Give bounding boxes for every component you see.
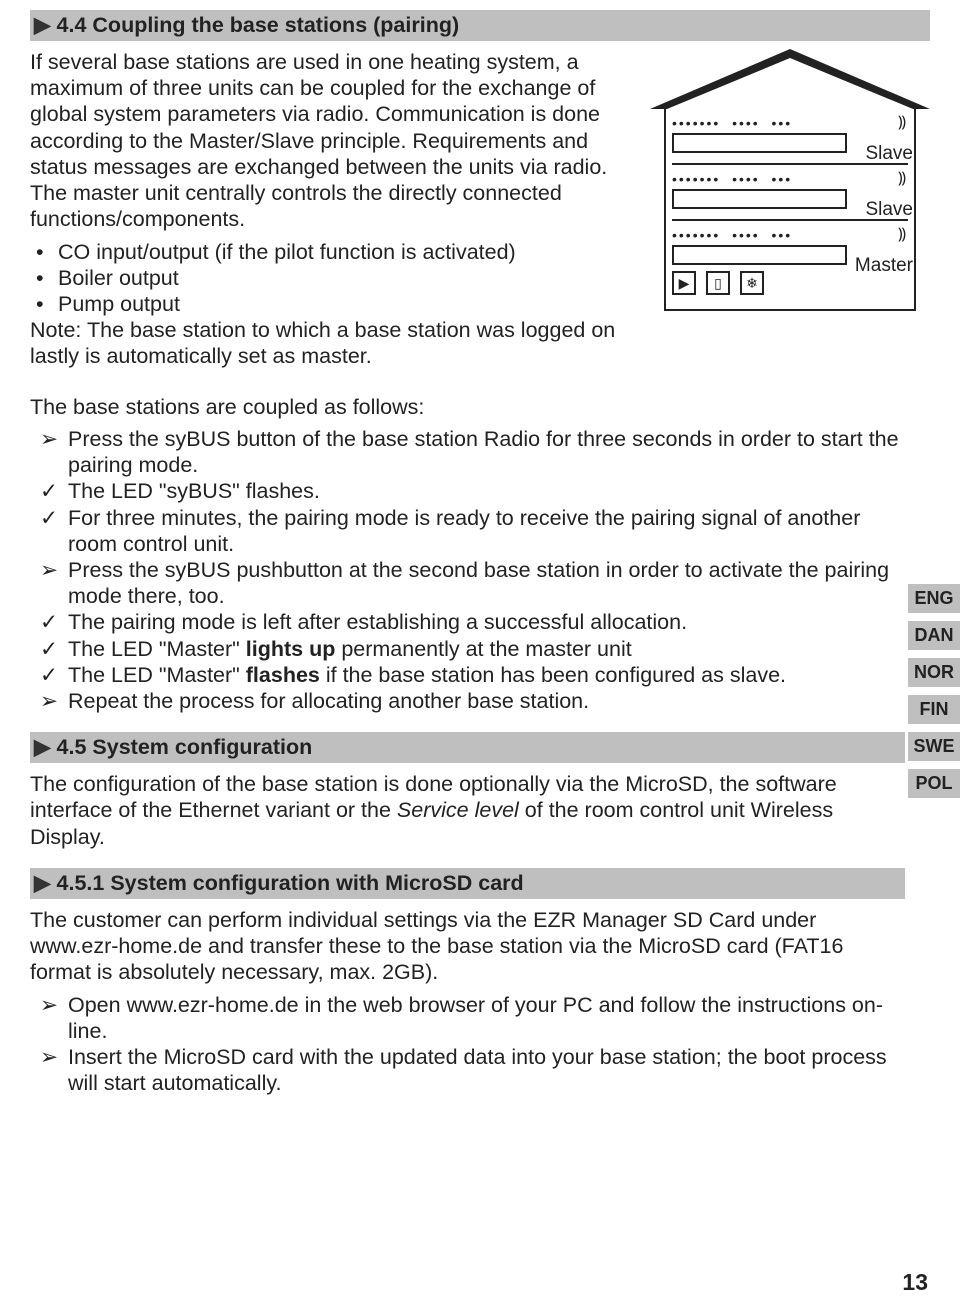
master-unit (672, 245, 847, 265)
bullet-item: Boiler output (58, 265, 632, 291)
lang-tab-fin[interactable]: FIN (908, 695, 960, 724)
step-item: The LED "Master" flashes if the base sta… (40, 662, 905, 688)
triangle-icon: ▶ (34, 13, 51, 38)
bullet-item: CO input/output (if the pilot function i… (58, 239, 632, 265)
lang-tab-eng[interactable]: ENG (908, 584, 960, 613)
floor-label: Slave (865, 143, 913, 165)
lang-tab-pol[interactable]: POL (908, 769, 960, 798)
section-title: 4.5.1 System configuration with MicroSD … (57, 871, 524, 896)
section-4-4-header: ▶ 4.4 Coupling the base stations (pairin… (30, 10, 930, 41)
bullet-item: Pump output (58, 291, 632, 317)
coupled-intro: The base stations are coupled as follows… (30, 394, 905, 420)
step-list: Press the syBUS button of the base stati… (40, 426, 905, 714)
floor-label: Slave (865, 199, 913, 221)
s45-body: The configuration of the base station is… (30, 771, 905, 850)
page-number: 13 (902, 1269, 928, 1296)
step-item: Repeat the process for allocating anothe… (40, 688, 905, 714)
note-text: Note: The base station to which a base s… (30, 317, 632, 369)
step-item: The LED "syBUS" flashes. (40, 478, 905, 504)
step-item: Press the syBUS pushbutton at the second… (40, 557, 905, 609)
lang-tab-dan[interactable]: DAN (908, 621, 960, 650)
step-item: The LED "Master" lights up permanently a… (40, 636, 905, 662)
floor-label: Master (855, 255, 913, 277)
triangle-icon: ▶ (34, 871, 51, 896)
boiler-icon: ▯ (706, 271, 730, 295)
language-tabs: ENG DAN NOR FIN SWE POL (908, 584, 960, 798)
step-list: Open www.ezr-home.de in the web browser … (40, 992, 915, 1097)
slave-unit-2 (672, 189, 847, 209)
lang-tab-swe[interactable]: SWE (908, 732, 960, 761)
radio-icon: ⸩ (898, 227, 908, 243)
section-4-5-1-header: ▶ 4.5.1 System configuration with MicroS… (30, 868, 905, 899)
section-title: 4.4 Coupling the base stations (pairing) (57, 13, 460, 38)
section-title: 4.5 System configuration (57, 735, 313, 760)
section-4-5-header: ▶ 4.5 System configuration (30, 732, 905, 763)
slave-unit-1 (672, 133, 847, 153)
s451-body: The customer can perform individual sett… (30, 907, 905, 986)
step-item: Insert the MicroSD card with the updated… (40, 1044, 915, 1096)
cool-icon: ❄ (740, 271, 764, 295)
step-item: Press the syBUS button of the base stati… (40, 426, 905, 478)
step-item: Open www.ezr-home.de in the web browser … (40, 992, 915, 1044)
radio-icon: ⸩ (898, 115, 908, 131)
radio-icon: ⸩ (898, 171, 908, 187)
bullet-list: CO input/output (if the pilot function i… (58, 239, 632, 318)
lang-tab-nor[interactable]: NOR (908, 658, 960, 687)
play-icon: ▶ (672, 271, 696, 295)
triangle-icon: ▶ (34, 735, 51, 760)
intro-text: If several base stations are used in one… (30, 49, 632, 233)
step-item: For three minutes, the pairing mode is r… (40, 505, 905, 557)
step-item: The pairing mode is left after establish… (40, 609, 905, 635)
house-diagram: ••••••• •••• •••⸩ Slave ••••••• •••• •••… (650, 49, 930, 376)
